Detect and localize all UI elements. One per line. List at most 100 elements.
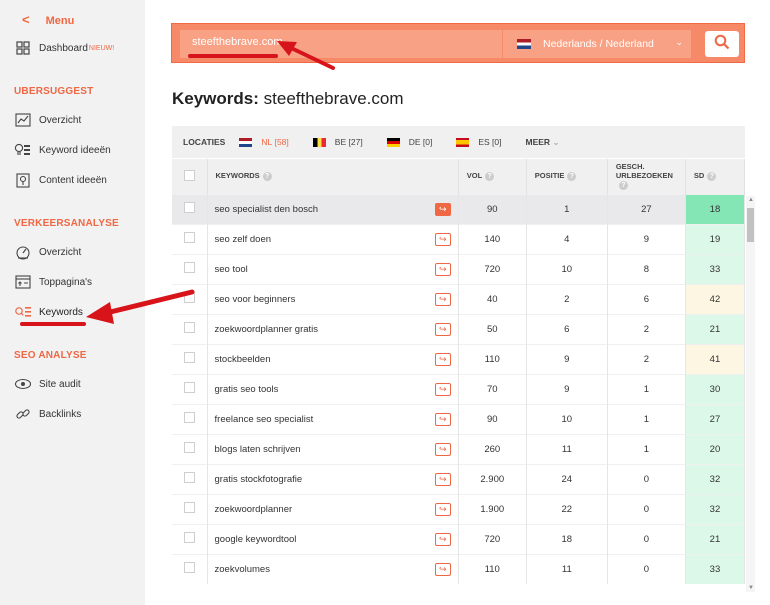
- sidebar-item-toppaginas[interactable]: Toppagina's: [14, 271, 92, 293]
- row-checkbox-cell[interactable]: [172, 223, 208, 254]
- open-link-icon[interactable]: ↪: [434, 262, 451, 276]
- sidebar-item-keyword-ideeen[interactable]: Keyword ideeën: [14, 139, 111, 161]
- table-row[interactable]: seo tool ↪ 720 10 8 33: [172, 253, 746, 284]
- header-label: GESCH.: [615, 162, 645, 172]
- sidebar-item-backlinks[interactable]: Backlinks: [14, 403, 81, 425]
- row-checkbox[interactable]: [183, 442, 195, 453]
- row-checkbox[interactable]: [183, 262, 195, 273]
- sidebar-item-content-ideeen[interactable]: Content ideeën: [14, 169, 107, 191]
- row-checkbox-cell[interactable]: [172, 463, 208, 494]
- table-row[interactable]: freelance seo specialist ↪ 90 10 1 27: [172, 403, 746, 434]
- help-icon[interactable]: ?: [618, 181, 628, 190]
- row-checkbox[interactable]: [183, 202, 195, 213]
- row-checkbox[interactable]: [183, 412, 195, 423]
- search-button[interactable]: [705, 31, 739, 57]
- row-checkbox[interactable]: [183, 472, 195, 483]
- open-link-icon[interactable]: ↪: [434, 412, 451, 426]
- header-sd[interactable]: SD?: [685, 159, 746, 194]
- row-checkbox-cell[interactable]: [172, 523, 208, 554]
- scroll-down-icon[interactable]: ▼: [748, 585, 754, 591]
- sidebar-item-site-audit[interactable]: Site audit: [14, 373, 81, 395]
- location-be[interactable]: BE [27]: [312, 137, 363, 147]
- open-link-icon[interactable]: ↪: [434, 442, 451, 456]
- vol-cell: 260: [458, 433, 527, 464]
- header-keywords[interactable]: KEYWORDS?: [207, 159, 459, 194]
- row-checkbox[interactable]: [183, 352, 195, 363]
- location-code: NL: [261, 137, 273, 147]
- row-checkbox[interactable]: [183, 562, 195, 574]
- open-link-icon[interactable]: ↪: [434, 352, 451, 366]
- table-scrollbar[interactable]: ▲ ▼: [746, 196, 755, 592]
- sidebar-item-overzicht-verkeer[interactable]: Overzicht: [14, 241, 81, 263]
- help-icon[interactable]: ?: [567, 172, 577, 181]
- open-link-icon[interactable]: ↪: [434, 202, 451, 216]
- keyword-text: blogs laten schrijven: [214, 443, 301, 455]
- open-link-icon[interactable]: ↪: [434, 502, 451, 516]
- header-vol[interactable]: VOL?: [458, 159, 527, 194]
- positie-cell: 9: [526, 343, 608, 374]
- table-row[interactable]: google keywordtool ↪ 720 18 0 21: [172, 523, 746, 554]
- language-select[interactable]: Nederlands / Nederland ⌄: [503, 30, 691, 58]
- row-checkbox[interactable]: [183, 232, 195, 243]
- help-icon[interactable]: ?: [707, 172, 717, 181]
- keyword-cell: seo zelf doen ↪: [207, 223, 459, 254]
- header-positie[interactable]: POSITIE?: [526, 159, 608, 194]
- section-title-ubersuggest: UBERSUGGEST: [14, 86, 94, 97]
- location-es[interactable]: ES [0]: [456, 137, 502, 147]
- scrollbar-thumb[interactable]: [747, 208, 754, 242]
- table-row[interactable]: blogs laten schrijven ↪ 260 11 1 20: [172, 433, 746, 464]
- row-checkbox-cell[interactable]: [172, 433, 208, 464]
- row-checkbox-cell[interactable]: [172, 493, 208, 524]
- table-header-row: KEYWORDS? VOL? POSITIE? GESCH. URLBEZOEKE…: [172, 159, 746, 194]
- location-nl[interactable]: NL [58]: [239, 137, 289, 147]
- row-checkbox[interactable]: [183, 532, 195, 543]
- positie-cell: 22: [526, 493, 608, 524]
- location-de[interactable]: DE [0]: [386, 137, 432, 147]
- scroll-up-icon[interactable]: ▲: [748, 197, 754, 203]
- menu-toggle[interactable]: < Menu: [22, 12, 74, 27]
- table-row[interactable]: zoekwoordplanner gratis ↪ 50 6 2 21: [172, 313, 746, 344]
- vol-cell: 140: [458, 223, 527, 254]
- sd-cell: 41: [685, 343, 746, 374]
- header-gesch-urlbezoeken[interactable]: GESCH. URLBEZOEKEN?: [607, 159, 686, 194]
- row-checkbox[interactable]: [183, 382, 195, 393]
- row-checkbox-cell[interactable]: [172, 403, 208, 434]
- sidebar-item-overzicht[interactable]: Overzicht: [14, 109, 81, 131]
- sidebar-item-dashboard[interactable]: Dashboard NIEUW!: [14, 37, 114, 59]
- header-label: VOL: [466, 171, 483, 181]
- table-row[interactable]: seo voor beginners ↪ 40 2 6 42: [172, 283, 746, 314]
- open-link-icon[interactable]: ↪: [434, 292, 451, 306]
- speedometer-icon: [14, 244, 32, 260]
- table-row[interactable]: stockbeelden ↪ 110 9 2 41: [172, 343, 746, 374]
- open-link-icon[interactable]: ↪: [434, 232, 451, 246]
- row-checkbox-cell[interactable]: [172, 553, 208, 584]
- row-checkbox-cell[interactable]: [172, 373, 208, 404]
- sidebar-item-label: Overzicht: [39, 114, 82, 126]
- more-locations-dropdown[interactable]: MEER ⌄: [526, 137, 560, 148]
- select-all-header[interactable]: [172, 159, 208, 194]
- table-row[interactable]: gratis seo tools ↪ 70 9 1 30: [172, 373, 746, 404]
- table-row[interactable]: gratis stockfotografie ↪ 2.900 24 0 32: [172, 463, 746, 494]
- open-link-icon[interactable]: ↪: [434, 562, 451, 576]
- open-link-icon[interactable]: ↪: [434, 532, 451, 546]
- gesch-cell: 0: [607, 523, 686, 554]
- sidebar-item-keywords[interactable]: Keywords: [14, 301, 83, 323]
- table-row[interactable]: zoekvolumes ↪ 110 11 0 33: [172, 553, 746, 584]
- table-row[interactable]: zoekwoordplanner ↪ 1.900 22 0 32: [172, 493, 746, 524]
- select-all-checkbox[interactable]: [183, 169, 195, 181]
- sidebar-item-label: Content ideeën: [39, 174, 107, 186]
- open-link-icon[interactable]: ↪: [434, 382, 451, 396]
- open-link-icon[interactable]: ↪: [434, 322, 451, 336]
- table-row[interactable]: seo specialist den bosch ↪ 90 1 27 18: [172, 193, 746, 224]
- open-link-icon[interactable]: ↪: [434, 472, 451, 486]
- table-row[interactable]: seo zelf doen ↪ 140 4 9 19: [172, 223, 746, 254]
- positie-cell: 11: [526, 433, 608, 464]
- keyword-cell: zoekwoordplanner gratis ↪: [207, 313, 459, 344]
- row-checkbox-cell[interactable]: [172, 253, 208, 284]
- row-checkbox[interactable]: [183, 502, 195, 513]
- row-checkbox-cell[interactable]: [172, 193, 208, 224]
- row-checkbox-cell[interactable]: [172, 343, 208, 374]
- help-icon[interactable]: ?: [485, 172, 495, 181]
- gesch-cell: 1: [607, 373, 686, 404]
- help-icon[interactable]: ?: [262, 172, 272, 181]
